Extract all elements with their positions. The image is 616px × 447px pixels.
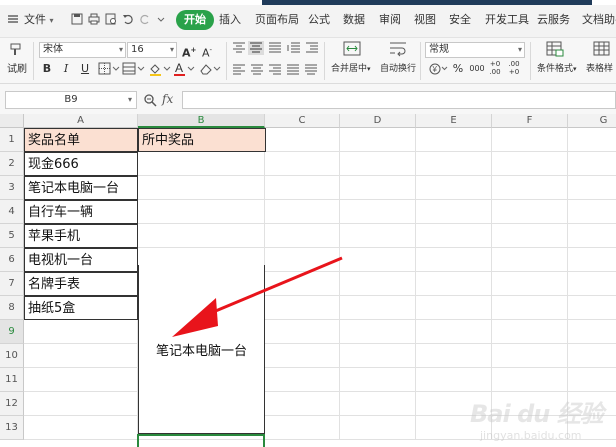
format-painter-icon[interactable]: [8, 42, 24, 61]
wrap-text-button[interactable]: 自动换行: [380, 64, 416, 75]
align-middle-icon[interactable]: [248, 41, 264, 55]
tab-view[interactable]: 视图: [414, 10, 436, 30]
print-preview-icon[interactable]: [104, 12, 118, 26]
watermark-url: jingyan.baidu.com: [480, 429, 582, 442]
decrease-decimal-button[interactable]: .00 +0: [506, 60, 522, 76]
quick-access-more-icon[interactable]: [156, 12, 166, 26]
increase-decimal-button[interactable]: +0 .00: [488, 60, 502, 76]
merge-center-icon[interactable]: [343, 41, 361, 60]
currency-icon[interactable]: ¥: [429, 62, 449, 79]
font-name-select[interactable]: 宋体 ▾: [39, 42, 126, 58]
conditional-format-button[interactable]: 条件格式▾: [537, 64, 577, 75]
menu-bar: 文件 ▾ 开始 插入 页面布局 公式 数据 审阅 视图 安全 开发工具 云服务 …: [0, 0, 616, 38]
distributed-align-icon[interactable]: [304, 64, 318, 79]
align-top-icon[interactable]: [232, 42, 246, 57]
undo-icon[interactable]: [121, 12, 135, 26]
fill-color-icon[interactable]: [148, 62, 172, 79]
align-bottom-icon[interactable]: [268, 42, 282, 57]
tab-home[interactable]: 开始: [176, 10, 214, 30]
ribbon-toolbar: 试刷 宋体 ▾ 16 ▾ A+ A- B I U A 合并居中▾ 自动换行 常规…: [0, 38, 616, 84]
svg-text:A: A: [175, 61, 183, 75]
justify-icon[interactable]: [286, 64, 300, 79]
save-icon[interactable]: [70, 12, 84, 26]
tab-doc-assistant[interactable]: 文档助手: [582, 10, 616, 30]
tab-security[interactable]: 安全: [449, 10, 471, 30]
table-style-icon[interactable]: [593, 41, 611, 60]
grow-font-button[interactable]: A+: [182, 43, 196, 60]
percent-button[interactable]: %: [451, 62, 465, 76]
font-color-icon[interactable]: A: [173, 61, 197, 80]
font-size-select[interactable]: 16 ▾: [127, 42, 177, 58]
formula-bar: B9 ▾ fx: [0, 84, 616, 114]
tab-cloud[interactable]: 云服务: [537, 10, 570, 30]
clear-format-icon[interactable]: [199, 62, 223, 79]
tab-review[interactable]: 审阅: [379, 10, 401, 30]
number-format-select[interactable]: 常规 ▾: [425, 42, 525, 58]
cell-style-icon[interactable]: [122, 62, 146, 79]
title-strip: [0, 0, 616, 5]
border-icon[interactable]: [98, 62, 120, 79]
spreadsheet-app: 文件 ▾ 开始 插入 页面布局 公式 数据 审阅 视图 安全 开发工具 云服务 …: [0, 0, 616, 447]
indent-decrease-icon[interactable]: [287, 42, 301, 57]
indent-increase-icon[interactable]: [305, 42, 319, 57]
tab-insert[interactable]: 插入: [219, 10, 241, 30]
formula-input[interactable]: [182, 91, 616, 109]
print-icon[interactable]: [87, 12, 101, 26]
worksheet-grid[interactable]: ABCDEFG 1 2 3 4 5 6 7 8 9 10 11 12 13 奖品名单 所中奖品 现金666 笔…: [0, 114, 616, 447]
bold-button[interactable]: B: [41, 62, 53, 76]
shrink-font-button[interactable]: A-: [200, 43, 214, 60]
hamburger-icon[interactable]: [6, 12, 20, 26]
file-menu[interactable]: 文件 ▾: [24, 10, 54, 30]
align-left-icon[interactable]: [232, 64, 246, 79]
insert-function-button[interactable]: fx: [162, 92, 173, 106]
merge-center-button[interactable]: 合并居中▾: [331, 64, 371, 75]
thousands-separator-button[interactable]: 000: [469, 62, 485, 76]
table-style-button[interactable]: 表格样: [586, 64, 613, 75]
wrap-text-icon[interactable]: [389, 41, 407, 60]
svg-text:¥: ¥: [432, 65, 438, 74]
zoom-find-icon[interactable]: [143, 93, 157, 110]
conditional-format-icon[interactable]: [546, 41, 564, 60]
name-box[interactable]: B9 ▾: [5, 91, 137, 109]
align-right-icon[interactable]: [268, 64, 282, 79]
tab-developer[interactable]: 开发工具: [485, 10, 529, 30]
redo-icon[interactable]: [138, 12, 152, 26]
italic-button[interactable]: I: [60, 62, 72, 76]
tab-formulas[interactable]: 公式: [308, 10, 330, 30]
underline-button[interactable]: U: [79, 62, 91, 76]
tab-data[interactable]: 数据: [343, 10, 365, 30]
watermark-brand: Bai du 经验: [470, 400, 604, 428]
align-center-icon[interactable]: [250, 64, 264, 79]
baidu-watermark: Bai du 经验 jingyan.baidu.com: [470, 394, 610, 442]
format-painter-label[interactable]: 试刷: [7, 64, 27, 75]
tab-page-layout[interactable]: 页面布局: [255, 10, 299, 30]
